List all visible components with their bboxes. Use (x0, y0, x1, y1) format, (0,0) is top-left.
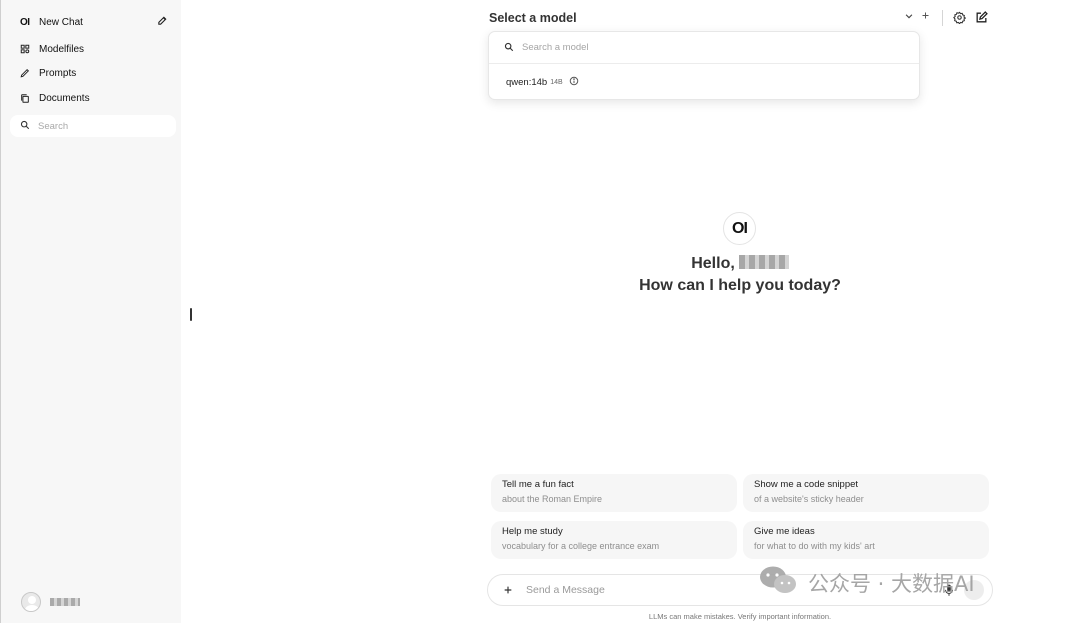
model-option[interactable]: qwen:14b 14B (506, 76, 579, 89)
documents-icon (10, 93, 30, 104)
chevron-down-icon[interactable] (904, 11, 914, 21)
greeting-subtitle: How can I help you today? (639, 277, 841, 294)
sidebar-item-modelfiles[interactable]: Modelfiles (10, 38, 176, 60)
gear-icon[interactable] (953, 11, 966, 24)
pencil-icon (10, 68, 30, 78)
info-icon[interactable] (569, 76, 579, 89)
sidebar-item-label: Modelfiles (39, 43, 85, 55)
disclaimer-text: LLMs can make mistakes. Verify important… (648, 612, 832, 621)
new-chat-edit-icon[interactable] (975, 11, 988, 24)
add-attachment-icon[interactable] (500, 582, 516, 598)
greeting-hello: Hello, (640, 255, 840, 273)
suggestion-title: Tell me a fun fact (502, 479, 574, 490)
new-chat-edit-icon[interactable] (157, 15, 168, 29)
new-chat-row[interactable]: OI New Chat (10, 11, 176, 33)
sidebar-item-documents[interactable]: Documents (10, 87, 176, 109)
model-search-input[interactable]: Search a model (489, 32, 919, 64)
suggestion-card[interactable]: Help me study vocabulary for a college e… (491, 521, 737, 559)
wechat-icon (758, 565, 798, 600)
suggestion-subtitle: for what to do with my kids' art (754, 541, 875, 551)
greeting-hello-text: Hello, (691, 255, 735, 272)
username-redacted (738, 255, 789, 269)
model-size-badge: 14B (550, 79, 563, 86)
model-search-placeholder: Search a model (522, 42, 589, 53)
model-dropdown: Search a model qwen:14b 14B (488, 31, 920, 100)
suggestion-card[interactable]: Show me a code snippet of a website's st… (743, 474, 989, 512)
sidebar-toggle-handle[interactable] (190, 308, 192, 321)
model-selector[interactable]: Select a model (489, 11, 577, 25)
header-divider (942, 10, 943, 26)
message-input[interactable]: Send a Message (526, 584, 605, 596)
suggestion-title: Give me ideas (754, 526, 815, 537)
search-placeholder: Search (38, 120, 69, 132)
sidebar-item-label: Documents (39, 92, 90, 104)
search-icon (20, 117, 30, 135)
username-redacted (50, 598, 80, 606)
sidebar-item-prompts[interactable]: Prompts (10, 62, 176, 84)
sidebar-search-input[interactable]: Search (10, 115, 176, 137)
sidebar: OI New Chat Modelfiles Prompts Documents… (0, 0, 181, 623)
watermark-text: 公众号 · 大数据AI (808, 571, 975, 596)
suggestion-subtitle: of a website's sticky header (754, 494, 864, 504)
add-model-icon[interactable] (921, 11, 930, 20)
new-chat-label: New Chat (39, 16, 83, 28)
suggestion-title: Help me study (502, 526, 563, 537)
search-icon (504, 39, 514, 57)
grid-icon (10, 44, 30, 54)
suggestion-title: Show me a code snippet (754, 479, 859, 490)
avatar (21, 592, 41, 612)
suggestion-subtitle: vocabulary for a college entrance exam (502, 541, 660, 551)
app-logo-large: OI (723, 212, 756, 245)
sidebar-item-label: Prompts (39, 67, 77, 79)
user-menu[interactable] (21, 592, 80, 612)
watermark: 公众号 · 大数据AI (758, 565, 975, 600)
app-logo: OI (20, 16, 30, 28)
suggestion-subtitle: about the Roman Empire (502, 494, 603, 504)
model-name: qwen:14b (506, 77, 548, 88)
suggestion-card[interactable]: Give me ideas for what to do with my kid… (743, 521, 989, 559)
suggestion-card[interactable]: Tell me a fun fact about the Roman Empir… (491, 474, 737, 512)
